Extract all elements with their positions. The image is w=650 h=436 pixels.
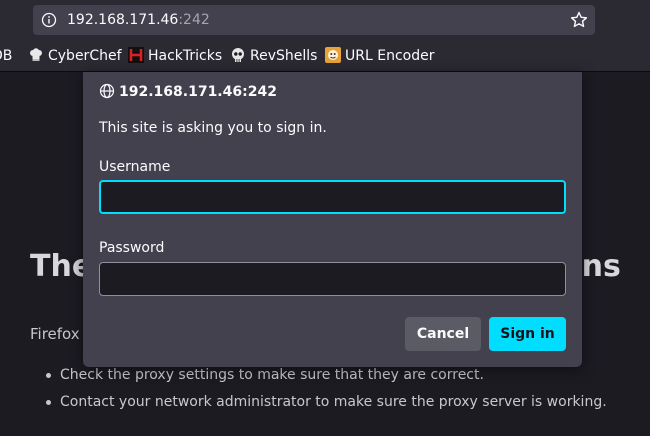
browser-toolbar: 192.168.171.46:242: [0, 0, 650, 40]
list-item: Contact your network administrator to ma…: [46, 389, 607, 416]
username-label: Username: [99, 159, 171, 175]
cancel-button[interactable]: Cancel: [405, 317, 481, 351]
auth-dialog: 192.168.171.46:242 This site is asking y…: [83, 72, 582, 367]
bookmark-label: RevShells: [250, 48, 318, 64]
hacktricks-icon: [128, 47, 144, 63]
bookmarks-toolbar: DB CyberChef HackTricks RevShells URL En…: [0, 40, 650, 72]
bookmark-star-icon[interactable]: [569, 10, 589, 30]
bookmark-label: DB: [0, 48, 13, 64]
bookmark-cyberchef[interactable]: CyberChef: [28, 47, 122, 65]
url-port: :242: [178, 12, 210, 28]
globe-icon: [99, 83, 115, 99]
bookmark-label: HackTricks: [148, 48, 223, 64]
error-description: Firefox: [30, 325, 80, 343]
password-input[interactable]: [99, 262, 566, 296]
info-icon[interactable]: [41, 12, 57, 28]
username-input[interactable]: [99, 180, 566, 214]
password-label: Password: [99, 240, 165, 256]
bookmark-hacktricks[interactable]: HackTricks: [128, 47, 222, 65]
error-suggestions: Check the proxy settings to make sure th…: [46, 362, 607, 416]
bookmark-revshells[interactable]: RevShells: [230, 47, 317, 65]
bookmark-label: CyberChef: [48, 48, 122, 64]
url-host: 192.168.171.46: [67, 12, 179, 28]
url-bar[interactable]: 192.168.171.46:242: [33, 5, 595, 35]
url-text[interactable]: 192.168.171.46:242: [67, 11, 210, 29]
dialog-message: This site is asking you to sign in.: [99, 120, 327, 136]
bookmark-db[interactable]: DB: [0, 47, 12, 65]
url-encoder-icon: [325, 47, 341, 63]
bookmark-label: URL Encoder: [345, 48, 435, 64]
skull-icon: [232, 48, 244, 62]
chef-hat-icon: [30, 48, 42, 61]
dialog-origin: 192.168.171.46:242: [99, 83, 277, 101]
dialog-origin-text: 192.168.171.46:242: [119, 84, 277, 100]
sign-in-button[interactable]: Sign in: [489, 317, 566, 351]
bookmark-url-encoder[interactable]: URL Encoder: [325, 47, 434, 65]
